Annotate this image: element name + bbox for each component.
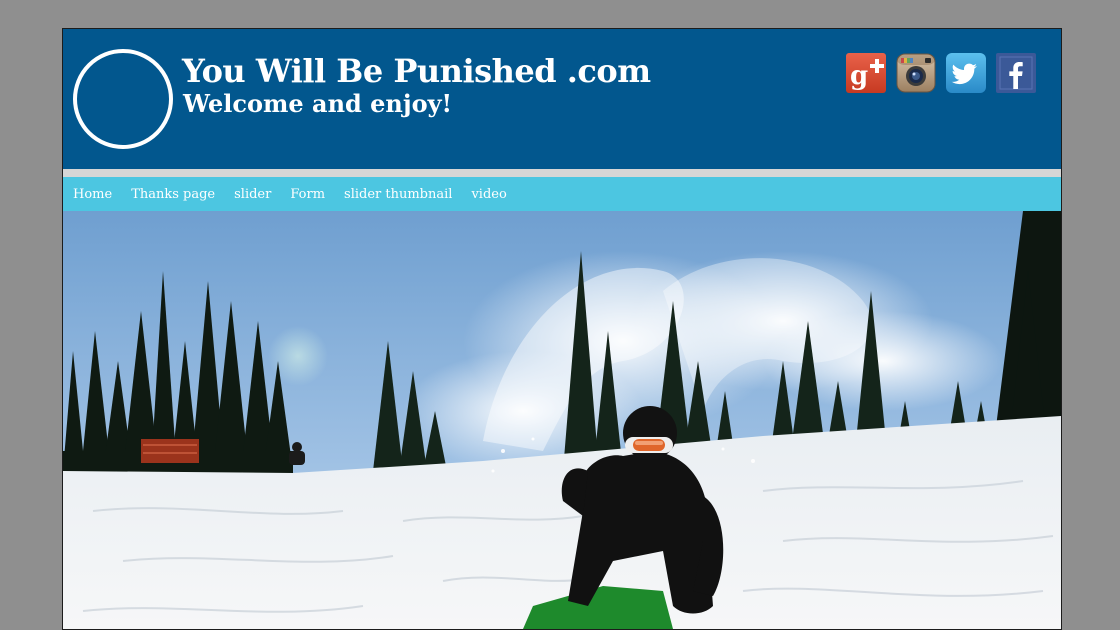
google-plus-icon: g <box>846 53 886 93</box>
nav-form[interactable]: Form <box>290 187 325 202</box>
site-container: You Will Be Punished .com Welcome and en… <box>62 28 1062 630</box>
facebook-icon <box>996 53 1036 93</box>
svg-text:g: g <box>850 61 868 91</box>
nav-video[interactable]: video <box>471 187 506 202</box>
twitter-icon <box>946 53 986 93</box>
main-nav: Home Thanks page slider Form slider thum… <box>63 177 1061 211</box>
nav-thanks-page[interactable]: Thanks page <box>131 187 215 202</box>
nav-slider[interactable]: slider <box>234 187 271 202</box>
header-separator <box>63 169 1061 177</box>
logo-circle[interactable] <box>73 49 173 149</box>
twitter-link[interactable] <box>946 53 986 93</box>
facebook-link[interactable] <box>996 53 1036 93</box>
site-header: You Will Be Punished .com Welcome and en… <box>63 29 1061 169</box>
google-plus-link[interactable]: g <box>846 53 886 93</box>
nav-home[interactable]: Home <box>73 187 112 202</box>
instagram-link[interactable] <box>896 53 936 93</box>
snowboarder-photo <box>63 211 1061 629</box>
instagram-icon <box>896 53 936 93</box>
site-title[interactable]: You Will Be Punished .com <box>182 51 651 91</box>
nav-slider-thumbnail[interactable]: slider thumbnail <box>344 187 452 202</box>
hero-image <box>63 211 1061 629</box>
site-tagline: Welcome and enjoy! <box>183 89 453 118</box>
